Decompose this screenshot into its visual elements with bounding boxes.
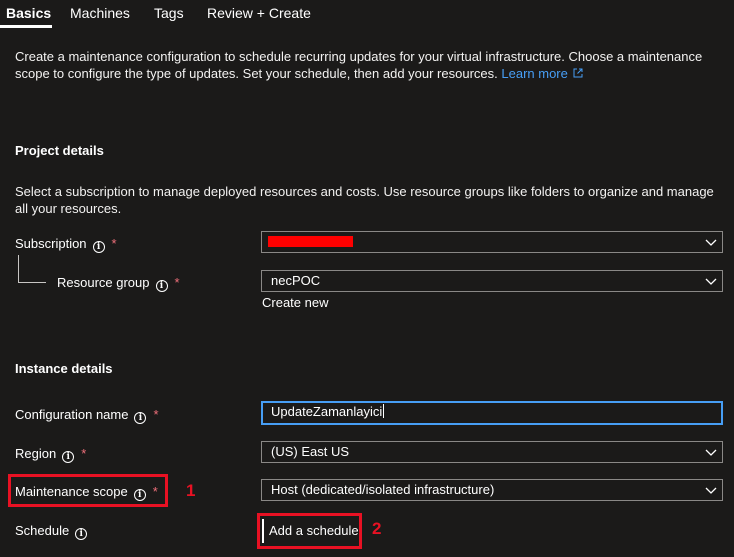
maintenance-scope-value: Host (dedicated/isolated infrastructure) — [271, 482, 495, 497]
schedule-label: Schedule i — [15, 523, 88, 540]
subscription-label: Subscription i * — [15, 236, 117, 253]
text-caret — [383, 404, 385, 418]
tab-machines[interactable]: Machines — [70, 5, 130, 21]
required-marker: * — [111, 236, 117, 251]
learn-more-link[interactable]: Learn more — [501, 66, 583, 81]
resource-group-label: Resource group i * — [57, 275, 180, 292]
info-icon[interactable]: i — [92, 241, 105, 253]
active-tab-indicator — [0, 25, 52, 28]
redacted-subscription — [268, 236, 353, 247]
chevron-down-icon — [705, 487, 717, 494]
required-marker: * — [153, 407, 159, 422]
chevron-down-icon — [705, 449, 717, 456]
tab-tags[interactable]: Tags — [154, 5, 184, 21]
chevron-down-icon — [705, 239, 717, 246]
info-icon[interactable]: i — [134, 412, 147, 424]
configuration-name-input[interactable]: UpdateZamanlayici — [261, 401, 723, 425]
annotation-box-2 — [257, 513, 362, 549]
region-value: (US) East US — [271, 444, 350, 459]
annotation-number-2: 2 — [372, 519, 382, 538]
info-icon[interactable]: i — [155, 280, 168, 292]
region-dropdown[interactable]: (US) East US — [261, 441, 723, 463]
create-new-link[interactable]: Create new — [262, 295, 328, 310]
resource-group-value: necPOC — [271, 273, 321, 288]
external-link-icon — [573, 68, 583, 78]
intro-description: Create a maintenance configuration to sc… — [15, 48, 730, 82]
tab-basics[interactable]: Basics — [6, 5, 51, 21]
intro-text: Create a maintenance configuration to sc… — [15, 49, 703, 81]
configuration-name-label: Configuration name i * — [15, 407, 159, 424]
annotation-box-1 — [8, 474, 168, 507]
region-label: Region i * — [15, 446, 87, 463]
project-details-description: Select a subscription to manage deployed… — [15, 184, 714, 216]
tab-bar: Basics Machines Tags Review + Create — [0, 0, 734, 30]
configuration-name-value: UpdateZamanlayici — [271, 404, 383, 419]
project-details-heading: Project details — [15, 143, 104, 158]
info-icon[interactable]: i — [62, 451, 75, 463]
tree-connector-horizontal — [18, 282, 46, 283]
chevron-down-icon — [705, 278, 717, 285]
required-marker: * — [174, 275, 180, 290]
tree-connector-vertical — [18, 255, 19, 282]
required-marker: * — [81, 446, 87, 461]
maintenance-scope-dropdown[interactable]: Host (dedicated/isolated infrastructure) — [261, 479, 723, 501]
subscription-dropdown[interactable] — [261, 231, 723, 253]
instance-details-heading: Instance details — [15, 361, 113, 376]
tab-review-create[interactable]: Review + Create — [207, 5, 311, 21]
resource-group-dropdown[interactable]: necPOC — [261, 270, 723, 292]
info-icon[interactable]: i — [75, 528, 88, 540]
annotation-number-1: 1 — [186, 481, 196, 500]
